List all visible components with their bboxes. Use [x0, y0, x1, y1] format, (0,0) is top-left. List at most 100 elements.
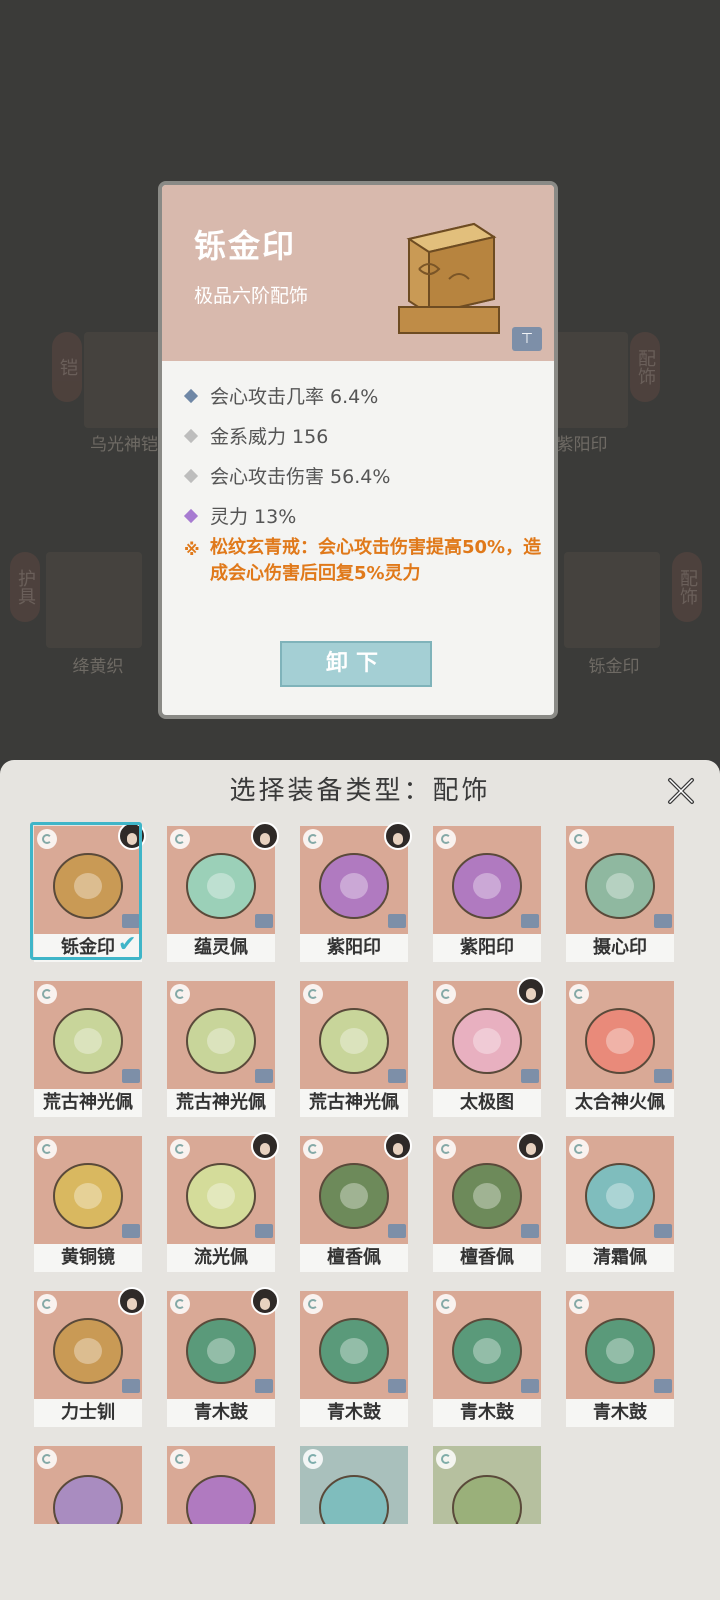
special-effect: ※ 松纹玄青戒：会心攻击伤害提高50%，造成会心伤害后回复5%灵力 — [184, 535, 550, 587]
element-icon — [37, 984, 57, 1004]
special-effect-icon: ※ — [184, 540, 200, 559]
item-name: 荒古神光佩 — [167, 1089, 275, 1117]
bg-tag-accessory: 配饰 — [630, 332, 660, 402]
item-card[interactable]: 黄铜镜 — [34, 1136, 142, 1272]
stat-row: 会心攻击伤害 56.4% — [183, 457, 544, 497]
item-card[interactable]: 檀香佩 — [300, 1132, 412, 1272]
bg-tag-accessory: 配饰 — [672, 552, 702, 622]
unequip-button[interactable]: 卸下 — [280, 641, 432, 687]
item-name: 太合神火佩 — [566, 1089, 674, 1117]
item-name: 摄心印 — [566, 934, 674, 962]
item-name: 檀香佩 — [433, 1244, 541, 1272]
item-card-partial[interactable] — [433, 1446, 541, 1524]
lock-icon — [388, 1069, 406, 1083]
character-avatar — [251, 822, 279, 850]
item-card[interactable]: 太极图 — [433, 977, 545, 1117]
item-name: 檀香佩 — [300, 1244, 408, 1272]
item-name: 紫阳印 — [433, 934, 541, 962]
element-icon — [569, 829, 589, 849]
diamond-icon — [183, 468, 199, 484]
diamond-icon — [183, 508, 199, 524]
character-avatar — [384, 1132, 412, 1160]
lock-icon — [521, 1224, 539, 1238]
close-icon[interactable] — [664, 774, 698, 808]
item-card[interactable]: 青木鼓 — [167, 1287, 279, 1427]
character-avatar — [118, 1287, 146, 1315]
item-card[interactable]: 流光佩 — [167, 1132, 279, 1272]
lock-icon — [122, 1069, 140, 1083]
element-icon — [436, 829, 456, 849]
item-card[interactable]: 檀香佩 — [433, 1132, 545, 1272]
character-avatar — [517, 977, 545, 1005]
item-name: 青木鼓 — [167, 1399, 275, 1427]
lock-icon — [521, 1379, 539, 1393]
item-detail-popup: 铄金印 极品六阶配饰 ⊤ 会心攻击几率 6.4% 金系威力 156 会心攻击伤害… — [158, 181, 558, 719]
lock-icon — [122, 1224, 140, 1238]
item-card[interactable]: 荒古神光佩 — [34, 981, 142, 1117]
item-grade: 极品六阶配饰 — [194, 285, 309, 307]
element-icon — [37, 1294, 57, 1314]
item-name: 蕴灵佩 — [167, 934, 275, 962]
element-icon — [436, 1294, 456, 1314]
item-name: 清霜佩 — [566, 1244, 674, 1272]
bg-slot — [564, 552, 660, 648]
element-icon — [436, 984, 456, 1004]
item-card[interactable]: 荒古神光佩 — [167, 981, 275, 1117]
bg-slot — [46, 552, 142, 648]
lock-icon — [654, 914, 672, 928]
element-icon — [436, 1139, 456, 1159]
item-card-partial[interactable] — [167, 1446, 275, 1524]
lock-icon — [521, 914, 539, 928]
item-card-partial[interactable] — [300, 1446, 408, 1524]
item-card[interactable]: 青木鼓 — [433, 1291, 541, 1427]
stat-text: 会心攻击几率 6.4% — [210, 386, 379, 408]
item-card[interactable]: 太合神火佩 — [566, 981, 674, 1117]
bg-tag-armor: 铠 — [52, 332, 82, 402]
element-icon — [569, 1294, 589, 1314]
bg-slot — [548, 332, 628, 428]
item-card[interactable]: 摄心印 — [566, 826, 674, 962]
element-icon — [303, 984, 323, 1004]
diamond-icon — [183, 428, 199, 444]
diamond-icon — [183, 388, 199, 404]
element-icon — [436, 1449, 456, 1469]
bg-label: 铄金印 — [588, 657, 640, 677]
item-name: 流光佩 — [167, 1244, 275, 1272]
character-avatar — [384, 822, 412, 850]
character-avatar — [251, 1287, 279, 1315]
item-name: 紫阳印 — [300, 934, 408, 962]
lock-icon — [255, 1069, 273, 1083]
item-card[interactable]: 力士钏 — [34, 1287, 146, 1427]
item-card[interactable]: 紫阳印 — [300, 822, 412, 962]
item-card-partial[interactable] — [34, 1446, 142, 1524]
stat-row: 金系威力 156 — [183, 417, 544, 457]
item-card[interactable]: 清霜佩 — [566, 1136, 674, 1272]
item-card[interactable]: 蕴灵佩 — [167, 822, 279, 962]
element-icon — [569, 1139, 589, 1159]
element-icon — [569, 984, 589, 1004]
item-card[interactable]: 荒古神光佩 — [300, 981, 408, 1117]
stat-row: 灵力 13% — [183, 497, 544, 537]
seal-artwork — [398, 222, 500, 334]
element-icon — [303, 1294, 323, 1314]
element-icon — [170, 829, 190, 849]
element-icon — [303, 829, 323, 849]
bg-tag-guard: 护具 — [10, 552, 40, 622]
element-icon — [37, 1139, 57, 1159]
lock-icon — [255, 1379, 273, 1393]
item-card[interactable]: 铄金印 ✔ — [30, 822, 146, 962]
detail-header: 铄金印 极品六阶配饰 ⊤ — [162, 185, 554, 361]
check-icon: ✔ — [118, 932, 137, 957]
element-icon — [37, 1449, 57, 1469]
lock-icon — [122, 1379, 140, 1393]
lock-icon[interactable]: ⊤ — [512, 327, 542, 351]
item-card[interactable]: 青木鼓 — [566, 1291, 674, 1427]
item-card[interactable]: 青木鼓 — [300, 1291, 408, 1427]
element-icon — [303, 1449, 323, 1469]
item-card[interactable]: 紫阳印 — [433, 826, 541, 962]
element-icon — [170, 1449, 190, 1469]
lock-icon — [654, 1069, 672, 1083]
sheet-title: 选择装备类型：配饰 — [229, 776, 491, 806]
stat-row: 会心攻击几率 6.4% — [183, 377, 544, 417]
equipment-select-sheet: 选择装备类型：配饰 铄金印 ✔ 蕴灵佩 紫阳印 紫阳印 摄心印 荒古神光佩 荒古神光佩 荒古神光… — [0, 760, 720, 1600]
